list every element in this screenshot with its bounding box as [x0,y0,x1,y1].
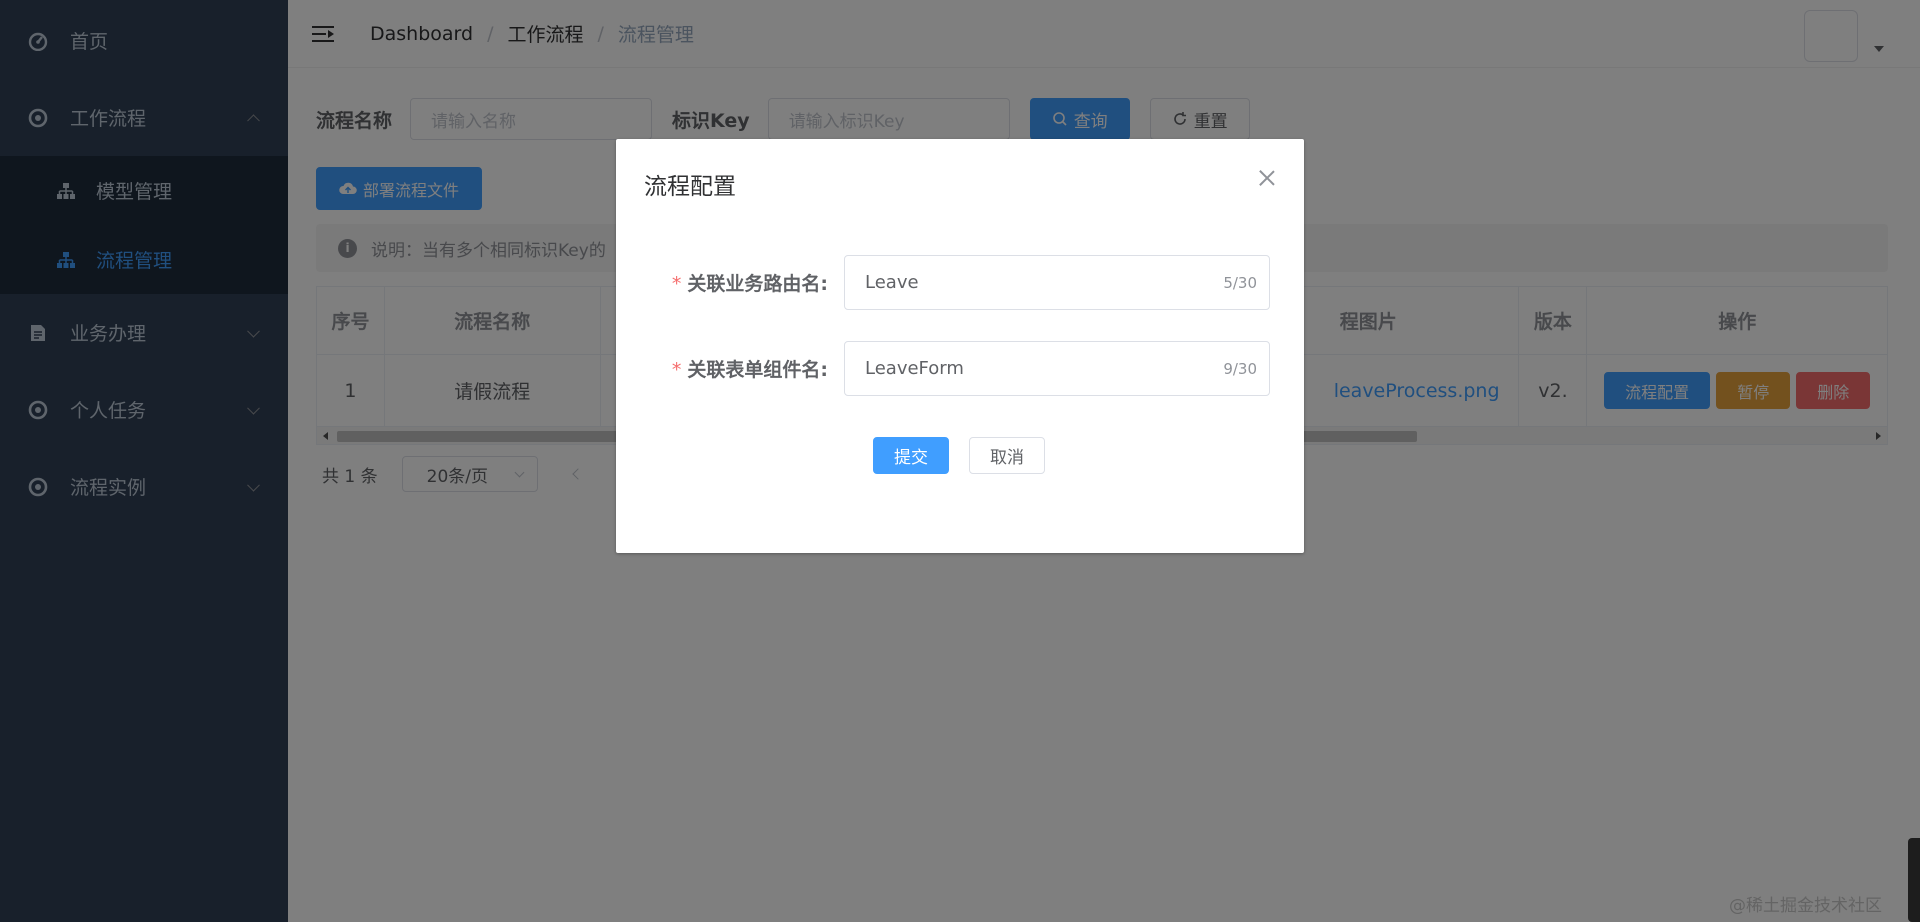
input-value: Leave [865,272,919,293]
form-row-form-component: * 关联表单组件名: LeaveForm 9/30 [644,341,1270,396]
form-label-text: 关联表单组件名: [687,359,828,381]
dialog-title: 流程配置 [644,174,736,200]
form-row-business-route: * 关联业务路由名: Leave 5/30 [644,255,1270,310]
submit-button[interactable]: 提交 [873,437,949,474]
char-count: 9/30 [1223,359,1257,378]
form-label: * 关联表单组件名: [644,355,844,382]
required-asterisk: * [671,359,682,381]
close-icon[interactable] [1258,169,1276,187]
cancel-button[interactable]: 取消 [969,437,1045,474]
required-asterisk: * [671,273,682,295]
char-count: 5/30 [1223,273,1257,292]
form-label: * 关联业务路由名: [644,269,844,296]
form-component-input[interactable]: LeaveForm 9/30 [844,341,1270,396]
business-route-input[interactable]: Leave 5/30 [844,255,1270,310]
input-value: LeaveForm [865,358,964,379]
process-config-dialog: 流程配置 * 关联业务路由名: Leave 5/30 * 关联表单组件名: Leav… [616,139,1304,553]
form-label-text: 关联业务路由名: [687,273,828,295]
dialog-actions: 提交 取消 [873,437,1045,474]
